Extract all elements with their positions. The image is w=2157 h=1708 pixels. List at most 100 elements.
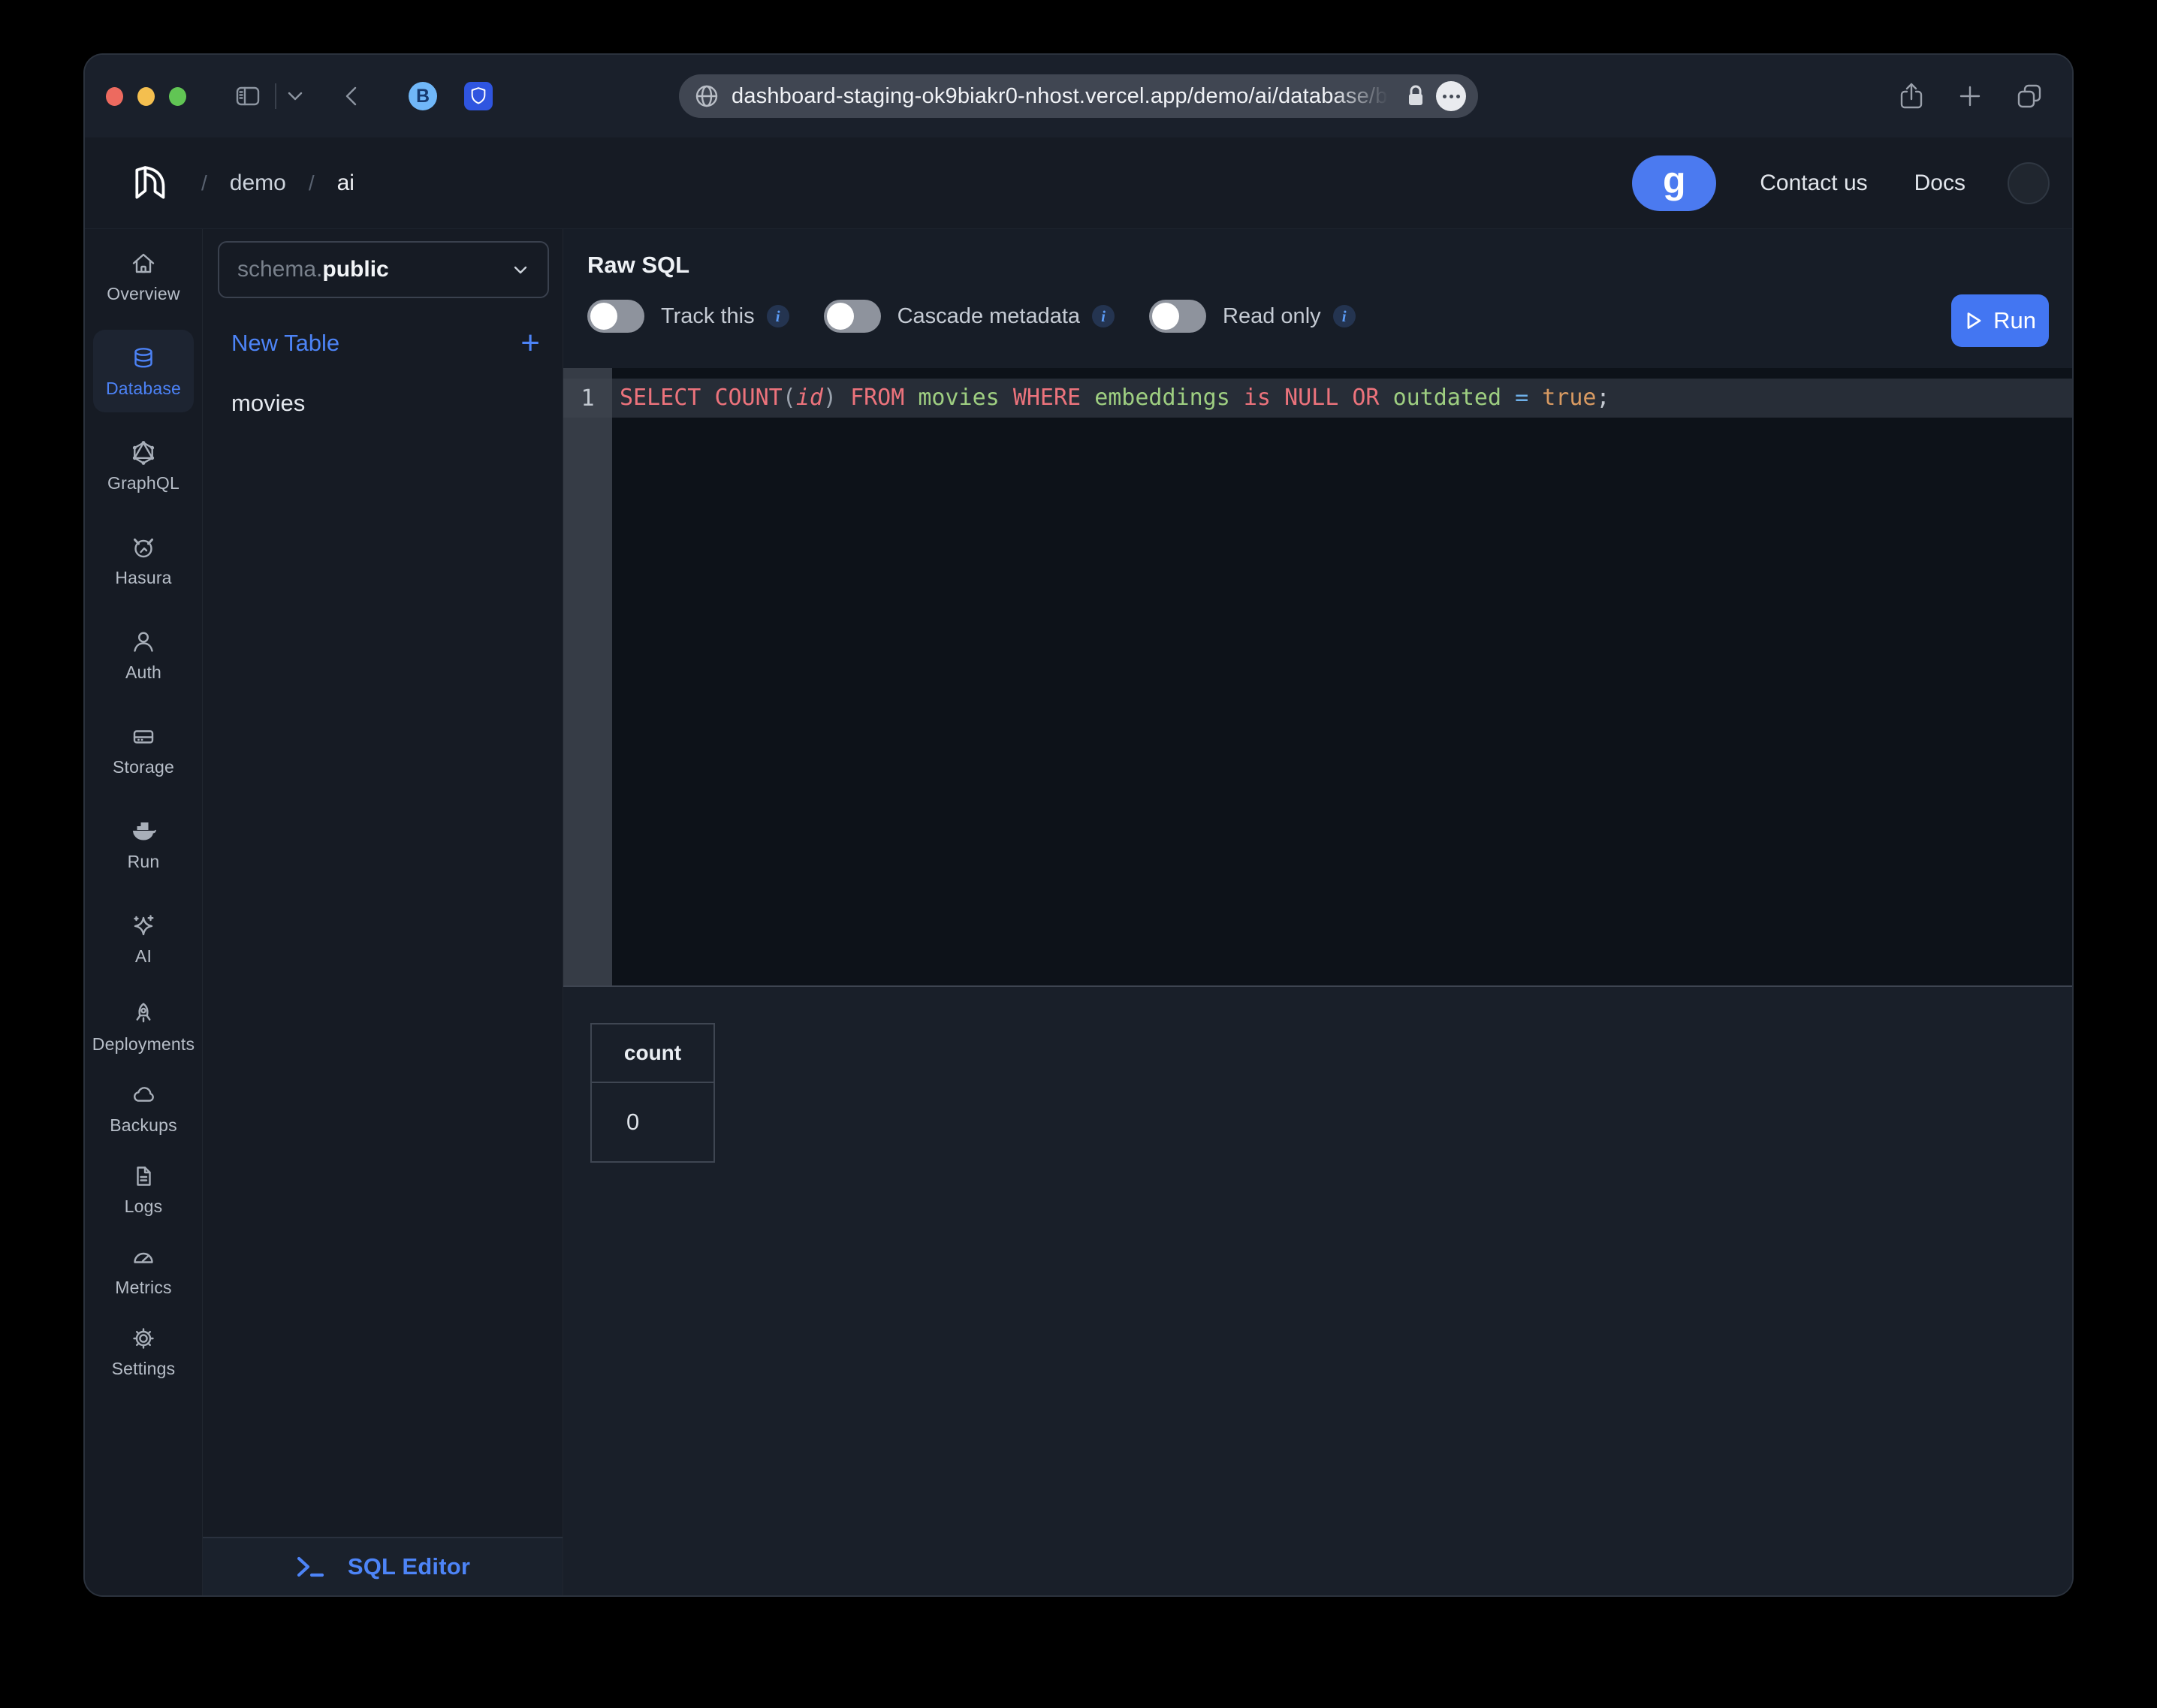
cascade-metadata-toggle[interactable] bbox=[824, 300, 881, 333]
sidebar-item-ai[interactable]: AI bbox=[91, 892, 196, 986]
nhost-logo[interactable] bbox=[126, 157, 176, 210]
sql-token bbox=[1501, 385, 1515, 411]
sql-token bbox=[1338, 385, 1352, 411]
sql-token bbox=[1380, 385, 1393, 411]
plus-icon[interactable]: + bbox=[520, 332, 540, 355]
read-only-toggle-group: Read only i bbox=[1149, 300, 1356, 333]
cascade-metadata-toggle-group: Cascade metadata i bbox=[824, 300, 1115, 333]
browser-window: B dashboard-staging-ok9biakr0-nhost.verc… bbox=[85, 55, 2072, 1595]
sidebar-item-deployments[interactable]: Deployments bbox=[91, 986, 196, 1067]
sql-code-editor[interactable]: 1 SELECT COUNT(id) FROM movies WHERE emb… bbox=[563, 368, 2072, 985]
info-icon[interactable]: i bbox=[1092, 305, 1115, 327]
track-this-toggle-group: Track this i bbox=[587, 300, 789, 333]
run-button[interactable]: Run bbox=[1951, 294, 2049, 347]
b-extension-badge[interactable]: B bbox=[409, 82, 437, 110]
sql-token: = bbox=[1515, 385, 1528, 411]
tables-panel: schema.public New Table + movies SQL Edi… bbox=[203, 229, 563, 1595]
info-icon[interactable]: i bbox=[1333, 305, 1356, 327]
sql-token: ) bbox=[823, 385, 837, 411]
breadcrumb-separator: / bbox=[309, 171, 315, 195]
sql-token: WHERE bbox=[1013, 385, 1081, 411]
sidebar-item-label: AI bbox=[135, 946, 152, 967]
sidebar-item-database[interactable]: Database bbox=[91, 324, 196, 418]
sql-editor-label: SQL Editor bbox=[348, 1553, 470, 1580]
sql-token: movies bbox=[918, 385, 999, 411]
hasura-icon bbox=[128, 533, 158, 563]
sql-token: COUNT bbox=[714, 385, 782, 411]
address-bar[interactable]: dashboard-staging-ok9biakr0-nhost.vercel… bbox=[679, 74, 1478, 118]
breadcrumb-app[interactable]: ai bbox=[337, 170, 354, 196]
share-icon[interactable] bbox=[1897, 81, 1926, 111]
sql-token: NULL bbox=[1284, 385, 1338, 411]
breadcrumb-project[interactable]: demo bbox=[230, 170, 286, 196]
document-icon bbox=[128, 1161, 158, 1191]
terminal-icon bbox=[295, 1555, 328, 1579]
sidebar-item-overview[interactable]: Overview bbox=[91, 229, 196, 324]
sidebar-item-storage[interactable]: Storage bbox=[91, 702, 196, 797]
schema-select[interactable]: schema.public bbox=[218, 241, 549, 298]
sql-token: OR bbox=[1352, 385, 1379, 411]
sidebar-item-label: GraphQL bbox=[107, 473, 179, 493]
traffic-lights bbox=[85, 87, 186, 106]
close-window-button[interactable] bbox=[106, 87, 123, 106]
track-this-toggle[interactable] bbox=[587, 300, 644, 333]
page-settings-button[interactable] bbox=[1436, 81, 1466, 111]
sidebar-toggle-icon[interactable] bbox=[233, 81, 263, 111]
new-table-label[interactable]: New Table bbox=[231, 330, 339, 357]
results-table: count 0 bbox=[590, 1023, 715, 1163]
info-icon[interactable]: i bbox=[767, 305, 789, 327]
line-number: 1 bbox=[563, 379, 612, 418]
sidebar-item-hasura[interactable]: Hasura bbox=[91, 513, 196, 608]
sql-token: ; bbox=[1597, 385, 1610, 411]
sql-token bbox=[1000, 385, 1013, 411]
page-title: Raw SQL bbox=[587, 252, 2049, 279]
new-table-row[interactable]: New Table + bbox=[203, 330, 563, 357]
tab-overview-icon[interactable] bbox=[2014, 81, 2044, 111]
shield-extension-badge[interactable] bbox=[464, 82, 493, 110]
toggle-label: Cascade metadata bbox=[897, 304, 1080, 329]
gauge-icon bbox=[128, 1242, 158, 1272]
sidebar-item-label: Database bbox=[106, 379, 181, 399]
sql-editor-tab[interactable]: SQL Editor bbox=[203, 1537, 563, 1595]
feedback-button[interactable]: g bbox=[1632, 155, 1716, 211]
new-tab-icon[interactable] bbox=[1956, 82, 1984, 110]
play-icon bbox=[1964, 310, 1984, 331]
sql-token: SELECT bbox=[620, 385, 701, 411]
avatar[interactable] bbox=[2008, 162, 2050, 204]
sidebar-item-label: Overview bbox=[107, 284, 179, 304]
sidebar-item-run[interactable]: Run bbox=[91, 797, 196, 892]
browser-toolbar: B dashboard-staging-ok9biakr0-nhost.verc… bbox=[85, 55, 2072, 137]
docs-link[interactable]: Docs bbox=[1914, 170, 1965, 196]
globe-icon bbox=[694, 83, 720, 109]
sidebar-item-backups[interactable]: Backups bbox=[91, 1067, 196, 1148]
user-icon bbox=[128, 627, 158, 657]
results-cell: 0 bbox=[591, 1082, 714, 1162]
back-button[interactable] bbox=[341, 83, 362, 109]
lock-icon bbox=[1406, 84, 1425, 108]
sidebar-item-auth[interactable]: Auth bbox=[91, 608, 196, 702]
gear-icon bbox=[128, 1323, 158, 1353]
sidebar-item-label: Auth bbox=[125, 662, 161, 683]
chevron-down-icon[interactable] bbox=[287, 90, 303, 102]
query-results: count 0 bbox=[563, 985, 2072, 1595]
breadcrumb-separator: / bbox=[201, 171, 207, 195]
sidebar-item-metrics[interactable]: Metrics bbox=[91, 1230, 196, 1311]
zoom-window-button[interactable] bbox=[169, 87, 186, 106]
docker-icon bbox=[128, 816, 158, 846]
sidebar-item-logs[interactable]: Logs bbox=[91, 1148, 196, 1230]
sidebar-item-settings[interactable]: Settings bbox=[91, 1311, 196, 1392]
code-line[interactable]: SELECT COUNT(id) FROM movies WHERE embed… bbox=[620, 379, 1610, 418]
sidebar-item-graphql[interactable]: GraphQL bbox=[91, 418, 196, 513]
table-list-item[interactable]: movies bbox=[203, 390, 563, 417]
sql-token: FROM bbox=[850, 385, 904, 411]
results-column-header: count bbox=[591, 1024, 714, 1082]
minimize-window-button[interactable] bbox=[137, 87, 155, 106]
read-only-toggle[interactable] bbox=[1149, 300, 1206, 333]
sql-token bbox=[1081, 385, 1094, 411]
drive-icon bbox=[128, 722, 158, 752]
app-header: / demo / ai g Contact us Docs bbox=[85, 137, 2072, 229]
contact-us-link[interactable]: Contact us bbox=[1760, 170, 1867, 196]
sql-token: outdated bbox=[1393, 385, 1502, 411]
sql-token bbox=[1271, 385, 1284, 411]
sql-token bbox=[1230, 385, 1244, 411]
